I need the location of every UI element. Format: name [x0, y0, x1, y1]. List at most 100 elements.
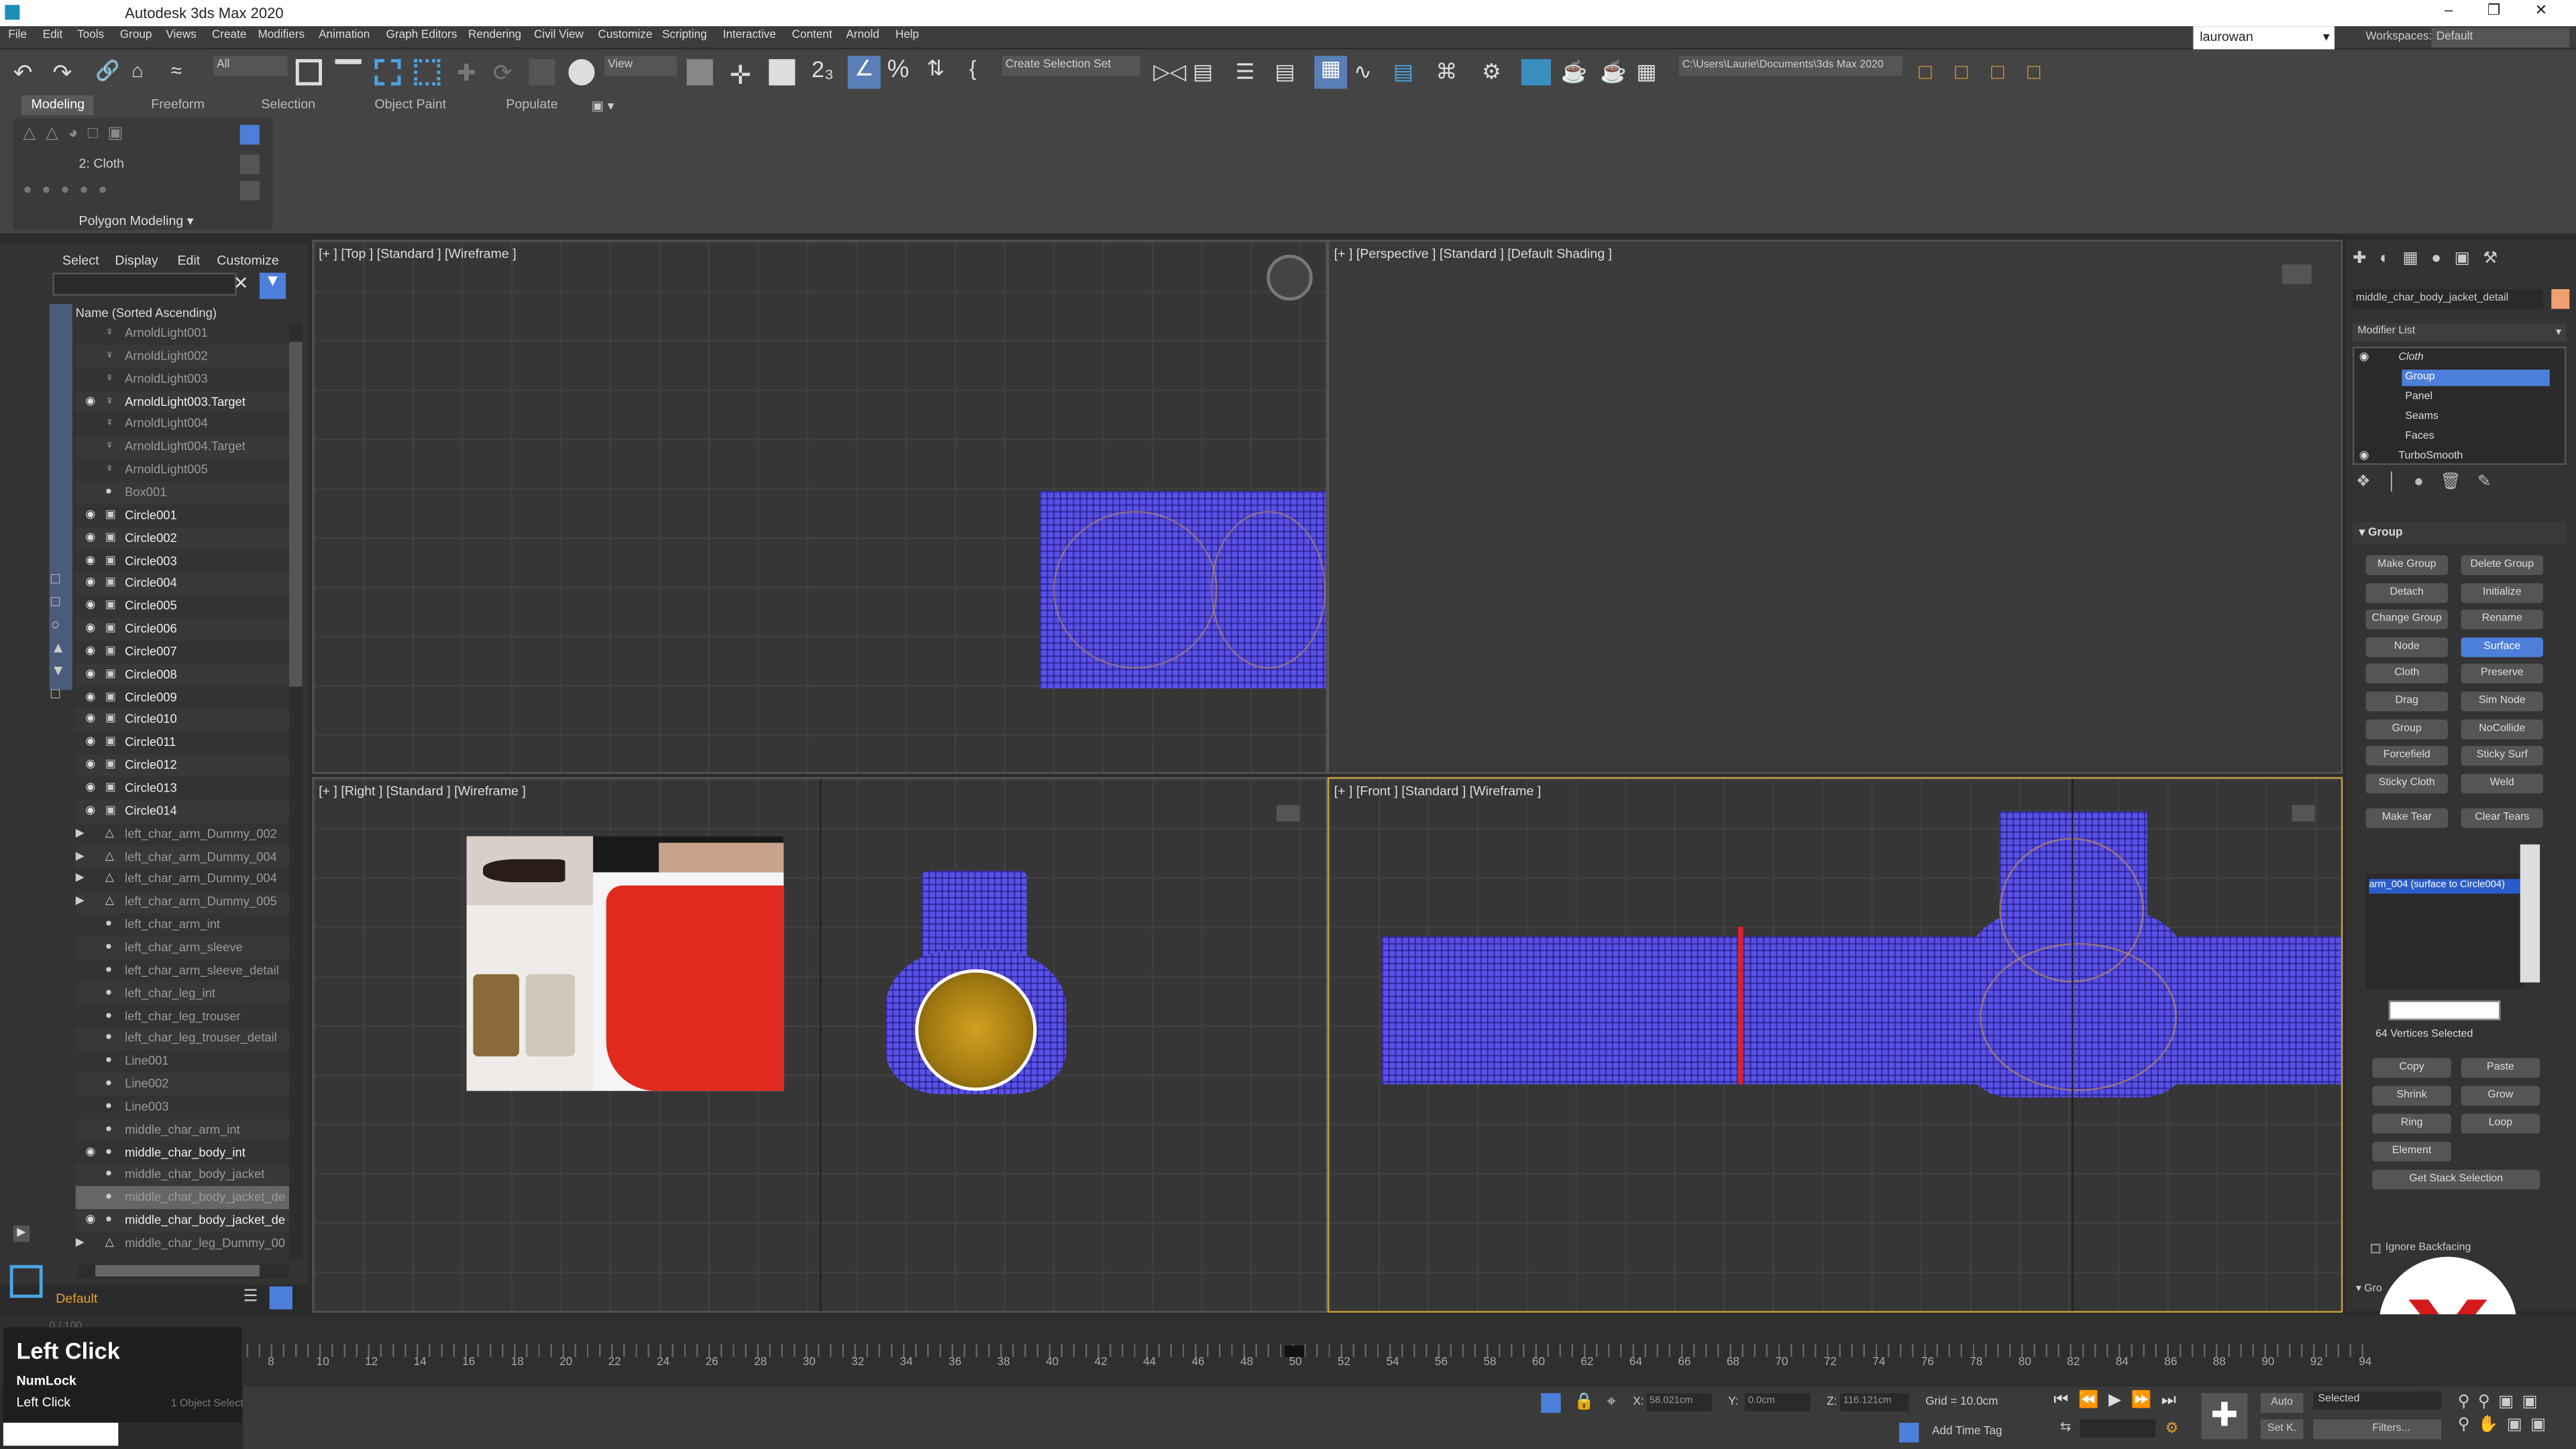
list-item[interactable]: ♀ ArnoldLight004 [75, 413, 290, 436]
sort-by-hierarchy-icon[interactable] [269, 1286, 292, 1309]
eye-icon[interactable]: ◉ [85, 777, 95, 800]
playback-controls[interactable]: ⏮⏪▶⏩⏭ [2053, 1391, 2185, 1414]
render-shortcut-icon[interactable]: ▦ [1636, 59, 1666, 85]
isolate-selection-icon[interactable] [1541, 1393, 1561, 1413]
time-slider-marker[interactable] [1285, 1345, 1305, 1357]
list-item[interactable]: ● Box001 [75, 481, 290, 504]
z-coord-field[interactable]: 116.121cm [1839, 1393, 1909, 1411]
explorer-tab-select[interactable]: Select [62, 253, 99, 268]
toggle-scene-explorer-icon[interactable]: ☰ [1236, 59, 1265, 85]
expand-arrow-icon[interactable]: ▶ [13, 1225, 30, 1242]
explorer-tab-edit[interactable]: Edit [177, 253, 200, 268]
menu-item-customize[interactable]: Customize [598, 30, 652, 41]
minimize-icon[interactable]: – [2445, 1, 2453, 17]
list-item[interactable]: ◉ ● middle_char_body_jacket_de [75, 1209, 290, 1233]
tear-button-clear-tears[interactable]: Clear Tears [2461, 808, 2544, 828]
keyboard-shortcut-icon[interactable] [769, 59, 796, 86]
open-project-icon[interactable]: □ [1955, 59, 1984, 85]
list-item[interactable]: ◉ ▣ Circle013 [75, 777, 290, 800]
group-button-delete-group[interactable]: Delete Group [2461, 555, 2544, 576]
workspace-dropdown[interactable]: Default [2431, 28, 2570, 48]
menu-item-rendering[interactable]: Rendering [468, 30, 521, 41]
ribbon-tab-selection[interactable]: Selection [252, 95, 325, 115]
current-frame-field[interactable] [2080, 1419, 2156, 1438]
key-filters-button[interactable]: Filters... [2313, 1419, 2442, 1440]
selection-filter-dropdown[interactable]: All [213, 56, 288, 76]
list-item[interactable]: ● Line003 [75, 1095, 290, 1119]
expand-arrow-icon[interactable]: ▶ [76, 845, 85, 868]
menu-item-views[interactable]: Views [166, 30, 196, 41]
list-item[interactable]: ▶ △ left_char_arm_Dummy_005 [75, 890, 290, 914]
toggle-layer-explorer-icon[interactable]: ▤ [1275, 59, 1304, 85]
menu-item-file[interactable]: File [8, 30, 27, 41]
explorer-tab-display[interactable]: Display [115, 253, 158, 268]
viewport-label[interactable]: [+ ] [Right ] [Standard ] [Wireframe ] [319, 784, 526, 798]
eye-icon[interactable]: ◉ [85, 732, 95, 755]
selected-circle[interactable] [915, 969, 1037, 1091]
select-rotate-icon[interactable]: ⟳ [493, 59, 519, 85]
eye-icon[interactable]: ◉ [85, 641, 95, 663]
list-item[interactable]: ◉ ♀ ArnoldLight003.Target [75, 390, 290, 414]
list-item[interactable]: ♀ ArnoldLight001 [75, 322, 290, 345]
menu-item-modifiers[interactable]: Modifiers [258, 30, 305, 41]
group-list-scrollbar[interactable] [2520, 844, 2540, 983]
menu-item-scripting[interactable]: Scripting [662, 30, 707, 41]
group-button-nocollide[interactable]: NoCollide [2461, 718, 2544, 739]
menu-item-graph-editors[interactable]: Graph Editors [386, 30, 458, 41]
cloth-mesh-front-arms[interactable] [1381, 936, 2341, 1085]
list-item[interactable]: ● left_char_leg_trouser_detail [75, 1027, 290, 1051]
list-item[interactable]: ♀ ArnoldLight004.Target [75, 435, 290, 459]
list-item[interactable]: ◉ ▣ Circle002 [75, 527, 290, 550]
selection-button-copy[interactable]: Copy [2372, 1058, 2451, 1078]
list-item[interactable]: ◉ ▣ Circle012 [75, 754, 290, 777]
list-item[interactable]: ● left_char_leg_trouser [75, 1004, 290, 1028]
eye-icon[interactable]: ◉ [85, 504, 95, 527]
modifier-list-dropdown[interactable]: Modifier List ▾ [2352, 323, 2567, 342]
group-button-cloth[interactable]: Cloth [2365, 664, 2449, 684]
list-item[interactable]: ▶ △ left_char_arm_Dummy_004 [75, 868, 290, 892]
list-item[interactable]: ● middle_char_arm_int [75, 1118, 290, 1142]
place-icon[interactable] [568, 59, 595, 86]
group-button-group[interactable]: Group [2365, 718, 2449, 739]
selection-button-shrink[interactable]: Shrink [2372, 1085, 2451, 1106]
reference-coord-dropdown[interactable]: View [604, 56, 677, 76]
group-button-sticky-cloth[interactable]: Sticky Cloth [2365, 773, 2449, 794]
list-item[interactable]: ◉ ▣ Circle014 [75, 800, 290, 823]
eye-icon[interactable]: ◉ [85, 527, 95, 549]
group-button-detach[interactable]: Detach [2365, 582, 2449, 602]
mirror-icon[interactable]: ▷◁ [1153, 59, 1186, 85]
list-item[interactable]: ● middle_char_body_jacket [75, 1163, 290, 1187]
viewport-front[interactable]: [+ ] [Front ] [Standard ] [Wireframe ] [1327, 777, 2343, 1313]
eye-icon[interactable]: ◉ [85, 549, 95, 572]
new-project-icon[interactable]: □ [1991, 59, 2021, 85]
explorer-filter-icons[interactable]: □ □ ○ ▲ ▼ □ [51, 567, 74, 863]
select-scale-icon[interactable] [529, 59, 555, 86]
selection-button-grow[interactable]: Grow [2461, 1085, 2540, 1106]
user-account-dropdown[interactable]: laurowan ▾ [2193, 26, 2335, 50]
eye-icon[interactable]: ◉ [2359, 350, 2369, 363]
selection-button-ring[interactable]: Ring [2372, 1114, 2451, 1134]
unlink-icon[interactable]: ⌂ [131, 59, 161, 85]
absolute-mode-icon[interactable]: ⌖ [1607, 1393, 1616, 1411]
eye-icon[interactable]: ◉ [85, 1141, 95, 1164]
group-button-sim-node[interactable]: Sim Node [2461, 692, 2544, 712]
material-editor-icon[interactable]: ⌘ [1436, 59, 1465, 85]
align-icon[interactable]: ▤ [1193, 59, 1222, 85]
explorer-toggle-icon[interactable] [9, 1265, 43, 1298]
viewport-label[interactable]: [+ ] [Perspective ] [Standard ] [Default… [1334, 246, 1612, 261]
group-button-weld[interactable]: Weld [2461, 773, 2544, 794]
render-production-icon[interactable]: ☕ [1561, 59, 1591, 85]
group-list[interactable]: arm_004 (surface to Circle004) [2365, 873, 2524, 989]
find-input[interactable] [52, 272, 237, 296]
list-item[interactable]: ▶ △ left_char_arm_Dummy_002 [75, 822, 290, 846]
pin-stack-icon[interactable] [239, 125, 260, 145]
list-item[interactable]: ◉ ▣ Circle004 [75, 572, 290, 596]
list-item[interactable]: ◉ ▣ Circle008 [75, 663, 290, 687]
selection-button-loop[interactable]: Loop [2461, 1114, 2540, 1134]
show-end-result-icon[interactable] [239, 154, 260, 174]
list-item[interactable]: ◉ ▣ Circle010 [75, 708, 290, 732]
menu-item-tools[interactable]: Tools [77, 30, 104, 41]
list-item[interactable]: ◉ ▣ Circle001 [75, 504, 290, 527]
menu-item-group[interactable]: Group [120, 30, 152, 41]
element-button[interactable]: Element [2372, 1142, 2451, 1162]
